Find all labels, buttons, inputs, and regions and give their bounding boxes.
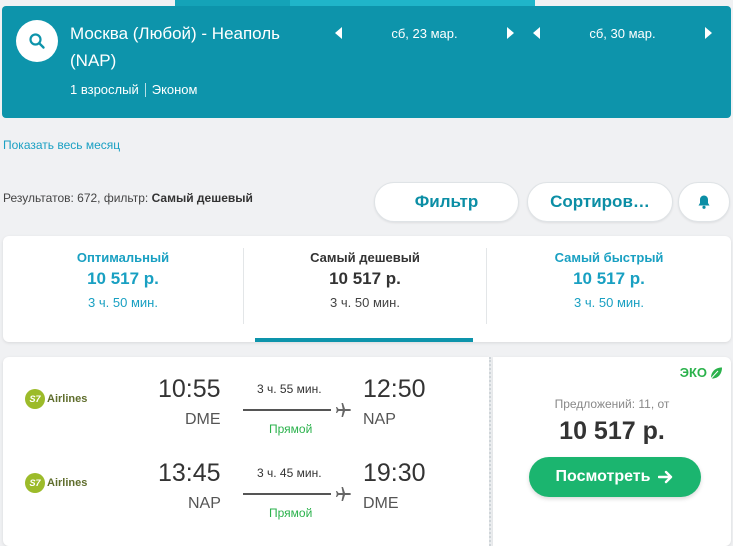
return-date[interactable]: сб, 30 мар. bbox=[544, 26, 701, 41]
arrival-airport: DME bbox=[363, 495, 399, 512]
show-month-link[interactable]: Показать весь месяц bbox=[3, 138, 120, 152]
airline-name: Airlines bbox=[47, 393, 88, 405]
view-ticket-button[interactable]: Посмотреть bbox=[529, 457, 701, 497]
ticket-card[interactable]: S7 Airlines 10:55 DME 3 ч. 55 мин. Прямо… bbox=[3, 357, 731, 546]
tab-price: 10 517 р. bbox=[573, 269, 645, 288]
results-count: Результатов: 672, фильтр: bbox=[3, 191, 149, 205]
departure-time: 10:55 bbox=[158, 375, 221, 403]
flight-segment: S7 Airlines 13:45 NAP 3 ч. 45 мин. Прямо… bbox=[3, 451, 489, 531]
flight-duration: 3 ч. 55 мин. bbox=[257, 382, 322, 396]
arrival-time: 19:30 bbox=[363, 459, 426, 487]
arrow-right-icon bbox=[658, 470, 673, 484]
sort-button[interactable]: Сортиров… bbox=[527, 182, 673, 222]
ticket-itinerary: S7 Airlines 10:55 DME 3 ч. 55 мин. Прямо… bbox=[3, 357, 489, 546]
prev-date-icon[interactable] bbox=[530, 26, 544, 40]
departure-airport: NAP bbox=[188, 495, 221, 512]
airline-name: Airlines bbox=[47, 477, 88, 489]
route-text[interactable]: Москва (Любой) - Неаполь (NAP) bbox=[70, 20, 310, 74]
flight-segment: S7 Airlines 10:55 DME 3 ч. 55 мин. Прямо… bbox=[3, 367, 489, 447]
tab-price: 10 517 р. bbox=[329, 269, 401, 288]
departure-time: 13:45 bbox=[158, 459, 221, 487]
tab-title: Оптимальный bbox=[76, 250, 170, 265]
flight-duration: 3 ч. 45 мин. bbox=[257, 466, 322, 480]
tab-duration: 3 ч. 50 мин. bbox=[574, 295, 644, 310]
direct-flight-label: Прямой bbox=[269, 506, 313, 520]
tab-duration: 3 ч. 50 мин. bbox=[88, 295, 158, 310]
active-tab-indicator bbox=[255, 338, 473, 342]
view-button-label: Посмотреть bbox=[555, 468, 651, 485]
next-date-icon[interactable] bbox=[701, 26, 715, 40]
direct-flight-label: Прямой bbox=[269, 422, 313, 436]
results-filter-name: Самый дешевый bbox=[151, 191, 253, 205]
passengers-count: 1 взрослый bbox=[70, 82, 139, 97]
passengers-info[interactable]: 1 взрослый Эконом bbox=[70, 82, 197, 97]
depart-date-picker: сб, 23 мар. bbox=[332, 20, 517, 46]
tab-cheapest[interactable]: Самый дешевый 10 517 р. 3 ч. 50 мин. bbox=[244, 236, 486, 342]
tab-duration: 3 ч. 50 мин. bbox=[330, 295, 400, 310]
depart-date[interactable]: сб, 23 мар. bbox=[346, 26, 503, 41]
filter-button[interactable]: Фильтр bbox=[374, 182, 519, 222]
offers-count: Предложений: 11, от bbox=[554, 397, 670, 411]
tab-fastest[interactable]: Самый быстрый 10 517 р. 3 ч. 50 мин. bbox=[487, 236, 731, 342]
sort-tabs: Оптимальный 10 517 р. 3 ч. 50 мин. Самый… bbox=[3, 236, 731, 342]
tab-title: Самый дешевый bbox=[310, 250, 420, 265]
eco-label: ЭКО bbox=[679, 365, 707, 380]
plane-icon bbox=[336, 487, 351, 501]
cabin-class: Эконом bbox=[151, 82, 198, 97]
s7-logo-icon: S7 bbox=[25, 473, 45, 493]
eco-badge: ЭКО bbox=[680, 365, 723, 380]
tab-title: Самый быстрый bbox=[554, 250, 664, 265]
arrival-time: 12:50 bbox=[363, 375, 426, 403]
results-summary: Результатов: 672, фильтр: Самый дешевый bbox=[3, 191, 253, 205]
arrival-airport: NAP bbox=[363, 411, 396, 428]
next-date-icon[interactable] bbox=[503, 26, 517, 40]
leaf-icon bbox=[710, 367, 722, 379]
route-line bbox=[243, 493, 331, 495]
s7-logo-icon: S7 bbox=[25, 389, 45, 409]
ticket-price: 10 517 р. bbox=[559, 417, 665, 445]
search-icon bbox=[29, 33, 45, 49]
route-line bbox=[243, 409, 331, 411]
tab-optimal[interactable]: Оптимальный 10 517 р. 3 ч. 50 мин. bbox=[3, 236, 243, 342]
prev-date-icon[interactable] bbox=[332, 26, 346, 40]
search-summary-header: Москва (Любой) - Неаполь (NAP) 1 взрослы… bbox=[2, 6, 731, 118]
ticket-price-panel: ЭКО Предложений: 11, от 10 517 р. Посмот… bbox=[493, 357, 731, 546]
subscribe-button[interactable] bbox=[678, 182, 730, 222]
return-date-picker: сб, 30 мар. bbox=[530, 20, 715, 46]
tab-price: 10 517 р. bbox=[87, 269, 159, 288]
airline-logo: S7 Airlines bbox=[25, 389, 87, 409]
airline-logo: S7 Airlines bbox=[25, 473, 87, 493]
departure-airport: DME bbox=[185, 411, 221, 428]
divider bbox=[144, 82, 146, 97]
search-button[interactable] bbox=[16, 20, 58, 62]
plane-icon bbox=[336, 403, 351, 417]
bell-icon bbox=[698, 195, 710, 209]
